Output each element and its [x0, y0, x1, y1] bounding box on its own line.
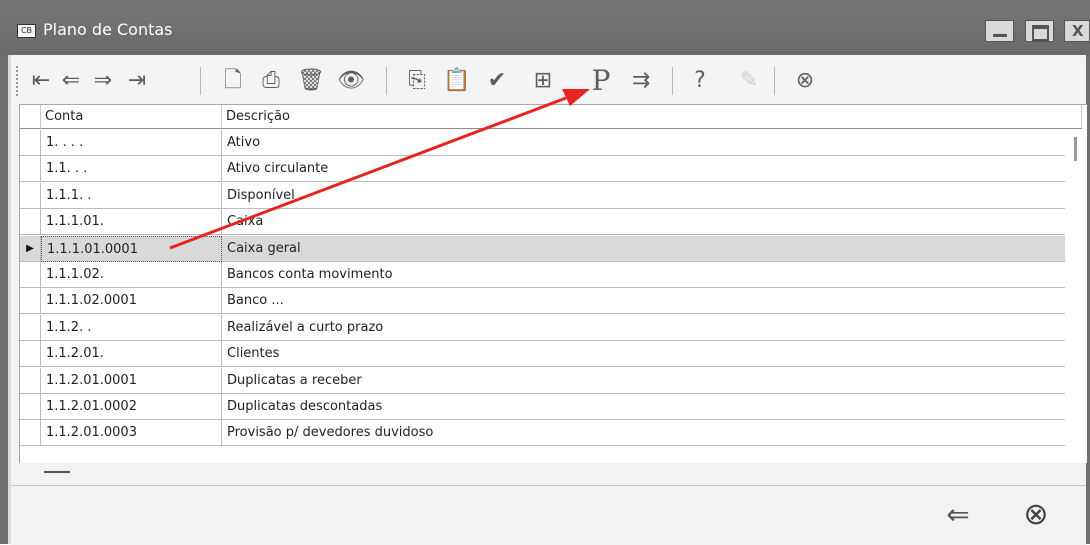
- back-button[interactable]: ⇐: [938, 498, 978, 532]
- table-row[interactable]: 1.1.1.02. Bancos conta movimento: [20, 262, 1065, 288]
- row-indicator[interactable]: [20, 130, 41, 156]
- row-indicator[interactable]: [20, 420, 41, 447]
- cell-descricao[interactable]: Caixa: [222, 209, 1065, 236]
- cell-descricao[interactable]: Disponível: [222, 183, 1065, 209]
- app-icon: CB: [17, 24, 36, 38]
- row-indicator[interactable]: [20, 394, 41, 420]
- table-row[interactable]: 1.1.1.02.0001 Banco ...: [20, 288, 1065, 315]
- cell-descricao[interactable]: Banco ...: [222, 288, 1065, 315]
- help-icon[interactable]: ?: [685, 64, 715, 98]
- table-row[interactable]: 1.1.2.01.0003 Provisão p/ devedores duvid…: [20, 420, 1065, 447]
- table-row[interactable]: 1.1.2.01.0001 Duplicatas a receber: [20, 367, 1065, 394]
- prev-record-icon[interactable]: ⇐: [56, 64, 86, 98]
- table-row[interactable]: 1.1.2.01.0002 Duplicatas descontadas: [20, 394, 1065, 420]
- row-indicator[interactable]: [20, 288, 41, 315]
- window-close-button[interactable]: X: [1064, 20, 1090, 42]
- delete-icon[interactable]: 🗑: [296, 64, 326, 98]
- cell-conta[interactable]: 1.1. . .: [41, 156, 222, 183]
- toolbar-separator: [386, 67, 387, 95]
- cell-descricao[interactable]: Provisão p/ devedores duvidoso: [222, 420, 1065, 447]
- close-icon: X: [1072, 22, 1084, 40]
- tree-chart-icon[interactable]: ⊞: [528, 64, 558, 98]
- window: CB Plano de Contas X ⇤ ⇐ ⇒ ⇥ 🗋 ⎙ 🗑 👁 ⎘ 📋 ✔ ⊞ P ⇉? ✎ ⊗ C…: [0, 0, 1090, 545]
- cell-conta[interactable]: 1.1.1.01.: [41, 209, 222, 236]
- table-row[interactable]: 1.1.2. . Realizável a curto prazo: [20, 314, 1065, 341]
- vertical-scrollbar[interactable]: [1083, 130, 1087, 463]
- scrollbar-thumb[interactable]: [1074, 137, 1077, 161]
- row-indicator[interactable]: [20, 262, 41, 288]
- cell-descricao[interactable]: Duplicatas descontadas: [222, 394, 1065, 420]
- view-icon[interactable]: 👁: [336, 64, 366, 98]
- copy-icon[interactable]: ⎘: [402, 64, 432, 98]
- row-indicator-icon[interactable]: ▶: [20, 235, 41, 262]
- table-row[interactable]: ▶ 1.1.1.01.0001 Caixa geral: [20, 235, 1065, 262]
- confirm-icon[interactable]: ✔: [482, 64, 512, 98]
- row-indicator[interactable]: [20, 341, 41, 368]
- cell-conta[interactable]: 1.1.2.01.0003: [41, 420, 222, 447]
- paste-icon[interactable]: 📋: [442, 64, 472, 98]
- last-record-icon[interactable]: ⇥: [122, 64, 152, 98]
- toolbar-grip[interactable]: [16, 66, 22, 96]
- p-icon[interactable]: P: [586, 64, 616, 98]
- table-row[interactable]: 1.1.1. . Disponível: [20, 182, 1065, 209]
- window-frame-left: [0, 55, 8, 544]
- first-record-icon[interactable]: ⇤: [26, 64, 56, 98]
- table-row[interactable]: 1. . . . Ativo: [20, 130, 1065, 156]
- window-frame-left-inner: [8, 55, 11, 544]
- close-circle-icon[interactable]: ⊗: [790, 64, 820, 98]
- cell-conta[interactable]: 1.1.1.01.0001: [41, 235, 222, 262]
- cell-conta[interactable]: 1.1.2.01.: [41, 341, 222, 368]
- cell-conta[interactable]: 1.1.2.01.0001: [41, 367, 222, 394]
- minimize-button[interactable]: [985, 20, 1014, 42]
- column-header-descricao[interactable]: Descrição: [222, 105, 1082, 129]
- cell-conta[interactable]: 1.1.1.02.: [41, 262, 222, 288]
- toolbar-separator: [672, 67, 673, 95]
- cell-descricao[interactable]: Caixa geral: [222, 236, 1065, 262]
- print-icon[interactable]: ⎙: [256, 64, 286, 98]
- grid-header-corner: [20, 105, 41, 129]
- column-header-conta[interactable]: Conta: [41, 105, 222, 129]
- table-row[interactable]: 1.1.1.01. Caixa: [20, 209, 1065, 236]
- row-indicator[interactable]: [20, 156, 41, 183]
- table-row[interactable]: 1.1. . . Ativo circulante: [20, 156, 1065, 183]
- cell-conta[interactable]: 1.1.2. .: [41, 314, 222, 341]
- toolbar-separator: [774, 67, 775, 95]
- cell-conta[interactable]: 1.1.2.01.0002: [41, 394, 222, 420]
- cell-conta[interactable]: 1. . . .: [41, 130, 222, 156]
- bottom-bar: [11, 485, 1086, 545]
- cell-descricao[interactable]: Bancos conta movimento: [222, 262, 1065, 288]
- table-row[interactable]: 1.1.2.01. Clientes: [20, 341, 1065, 368]
- toolbar-separator: [200, 67, 201, 95]
- edit-disabled-icon[interactable]: ✎: [734, 64, 764, 98]
- title-bar[interactable]: CB Plano de Contas X: [0, 0, 1090, 55]
- dash-separator: [44, 471, 70, 473]
- cell-descricao[interactable]: Ativo: [222, 130, 1065, 156]
- cell-conta[interactable]: 1.1.1. .: [41, 182, 222, 209]
- new-document-icon[interactable]: 🗋: [218, 64, 248, 98]
- row-indicator[interactable]: [20, 367, 41, 394]
- maximize-button[interactable]: [1025, 20, 1054, 42]
- row-indicator[interactable]: [20, 209, 41, 236]
- cell-conta[interactable]: 1.1.1.02.0001: [41, 288, 222, 315]
- cell-descricao[interactable]: Ativo circulante: [222, 156, 1065, 183]
- close-form-button[interactable]: ⊗: [1016, 496, 1056, 534]
- window-title: Plano de Contas: [43, 20, 173, 39]
- cell-descricao[interactable]: Realizável a curto prazo: [222, 315, 1065, 341]
- row-indicator[interactable]: [20, 182, 41, 209]
- cell-descricao[interactable]: Duplicatas a receber: [222, 368, 1065, 394]
- cell-descricao[interactable]: Clientes: [222, 341, 1065, 368]
- next-record-icon[interactable]: ⇒: [88, 64, 118, 98]
- accounts-grid[interactable]: Conta Descrição 1. . . . Ativo 1.1. . . Ati…: [19, 104, 1087, 463]
- filter-icon[interactable]: ⇉: [626, 64, 656, 98]
- row-indicator[interactable]: [20, 314, 41, 341]
